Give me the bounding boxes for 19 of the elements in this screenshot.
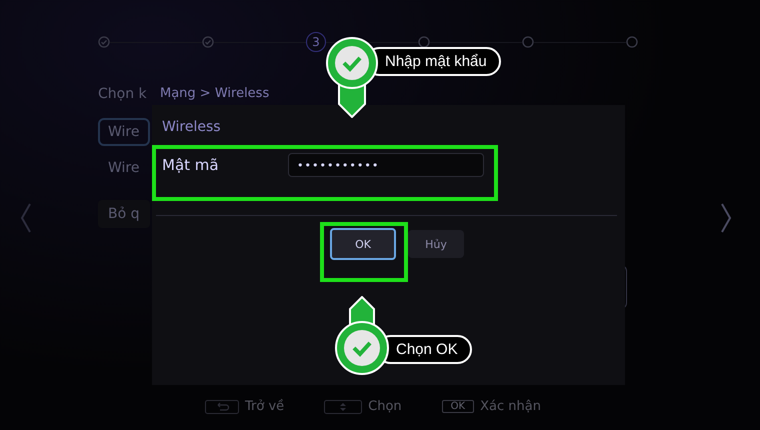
chevron-right-icon[interactable] — [720, 203, 732, 233]
password-label: Mật mã — [162, 156, 220, 174]
dialog-button[interactable]: Hủy — [408, 230, 464, 258]
up-down-key-icon — [324, 400, 362, 414]
hint-label: Xác nhận — [480, 399, 541, 414]
dialog-button[interactable]: OK — [330, 228, 396, 260]
return-key-icon — [205, 400, 239, 414]
current-step: 3 — [306, 32, 326, 52]
hint-label: Chọn — [368, 399, 402, 414]
network-label: Wireless — [162, 119, 222, 135]
ok-key: OK — [442, 400, 474, 413]
breadcrumb: Mạng > Wireless — [159, 85, 270, 103]
skip-button[interactable]: Bỏ q — [98, 200, 150, 228]
network-item[interactable]: Wire — [98, 118, 150, 146]
hint-label: Trở về — [245, 399, 284, 414]
chevron-left-icon[interactable] — [20, 203, 32, 233]
password-field[interactable]: ••••••••••• — [288, 153, 484, 177]
network-item[interactable]: Wire — [98, 154, 150, 182]
panel-title: Chọn k — [98, 86, 147, 102]
